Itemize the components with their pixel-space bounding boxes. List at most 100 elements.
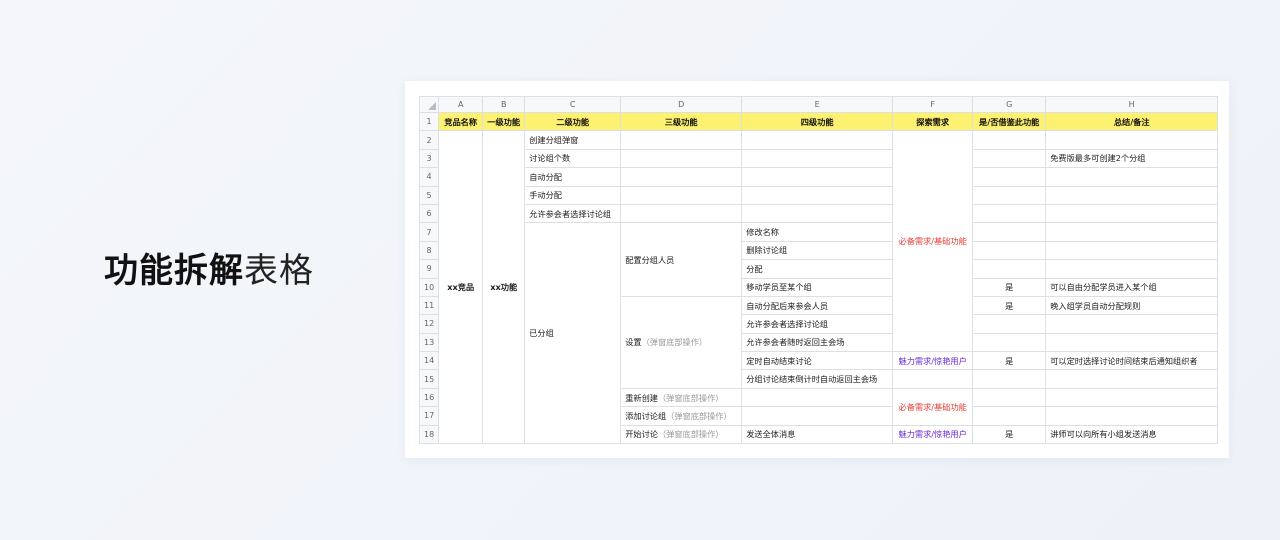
row-number[interactable]: 15 <box>418 369 440 389</box>
select-all-corner[interactable] <box>418 96 440 113</box>
row-number[interactable]: 11 <box>418 295 440 316</box>
header-cell[interactable]: 竞品名称 <box>438 111 484 132</box>
row-number[interactable]: 5 <box>418 185 440 205</box>
row-number[interactable]: 18 <box>418 424 440 445</box>
adopt-cell[interactable] <box>972 130 1047 150</box>
adopt-cell[interactable] <box>972 406 1047 426</box>
level3-cell[interactable]: 设置（弹窗底部操作） <box>620 295 743 389</box>
level2-cell[interactable]: 已分组 <box>524 222 622 445</box>
column-letter[interactable]: B <box>482 96 526 113</box>
row-number[interactable]: 3 <box>418 148 440 169</box>
note-cell[interactable]: 讲师可以向所有小组发送消息 <box>1045 424 1219 445</box>
level4-cell[interactable] <box>741 387 894 408</box>
row-number[interactable]: 6 <box>418 203 440 224</box>
adopt-cell[interactable] <box>972 314 1047 334</box>
level3-cell[interactable] <box>620 203 743 224</box>
adopt-cell[interactable] <box>972 203 1047 224</box>
row-number[interactable]: 7 <box>418 222 440 242</box>
column-letter[interactable]: C <box>524 96 622 113</box>
level2-cell[interactable]: 讨论组个数 <box>524 148 622 169</box>
column-letter[interactable]: G <box>972 96 1047 113</box>
adopt-cell[interactable]: 是 <box>972 277 1047 297</box>
level3-cell[interactable]: 配置分组人员 <box>620 222 743 297</box>
note-cell[interactable]: 晚入组学员自动分配规则 <box>1045 295 1219 316</box>
note-cell[interactable] <box>1045 240 1219 261</box>
header-cell[interactable]: 二级功能 <box>524 111 622 132</box>
level4-cell[interactable] <box>741 185 894 205</box>
level4-cell[interactable] <box>741 406 894 426</box>
adopt-cell[interactable]: 是 <box>972 351 1047 371</box>
note-cell[interactable]: 免费版最多可创建2个分组 <box>1045 148 1219 169</box>
note-cell[interactable] <box>1045 203 1219 224</box>
note-cell[interactable] <box>1045 185 1219 205</box>
row-number[interactable]: 8 <box>418 240 440 261</box>
header-cell[interactable]: 总结/备注 <box>1045 111 1219 132</box>
row-number[interactable]: 2 <box>418 130 440 150</box>
row-number[interactable]: 12 <box>418 314 440 334</box>
row-number[interactable]: 4 <box>418 167 440 187</box>
explore-cell[interactable]: 魅力需求/惊艳用户 <box>892 351 974 371</box>
level1-cell[interactable]: xx功能 <box>482 130 526 445</box>
level4-cell[interactable]: 自动分配后来参会人员 <box>741 295 894 316</box>
level2-cell[interactable]: 手动分配 <box>524 185 622 205</box>
note-cell[interactable] <box>1045 259 1219 279</box>
level3-cell[interactable]: 开始讨论（弹窗底部操作） <box>620 424 743 445</box>
adopt-cell[interactable] <box>972 240 1047 261</box>
column-letter[interactable]: E <box>741 96 894 113</box>
note-cell[interactable] <box>1045 130 1219 150</box>
level2-cell[interactable]: 允许参会者选择讨论组 <box>524 203 622 224</box>
level3-cell[interactable] <box>620 167 743 187</box>
level4-cell[interactable] <box>741 167 894 187</box>
level4-cell[interactable]: 发送全体消息 <box>741 424 894 445</box>
adopt-cell[interactable] <box>972 222 1047 242</box>
row-number[interactable]: 1 <box>418 111 440 132</box>
row-number[interactable]: 17 <box>418 406 440 426</box>
level4-cell[interactable]: 允许参会者随时返回主会场 <box>741 332 894 353</box>
note-cell[interactable] <box>1045 332 1219 353</box>
level3-cell[interactable] <box>620 185 743 205</box>
note-cell[interactable]: 可以自由分配学员进入某个组 <box>1045 277 1219 297</box>
level3-cell[interactable]: 重新创建（弹窗底部操作） <box>620 387 743 408</box>
note-cell[interactable] <box>1045 387 1219 408</box>
column-letter[interactable]: D <box>620 96 743 113</box>
note-cell[interactable] <box>1045 314 1219 334</box>
column-letter[interactable]: F <box>892 96 974 113</box>
header-cell[interactable]: 是/否借鉴此功能 <box>972 111 1047 132</box>
adopt-cell[interactable] <box>972 369 1047 389</box>
adopt-cell[interactable] <box>972 185 1047 205</box>
level4-cell[interactable]: 允许参会者选择讨论组 <box>741 314 894 334</box>
explore-cell[interactable]: 必备需求/基础功能 <box>892 130 974 353</box>
explore-cell[interactable]: 必备需求/基础功能 <box>892 387 974 426</box>
level4-cell[interactable] <box>741 203 894 224</box>
explore-cell[interactable] <box>892 369 974 389</box>
adopt-cell[interactable] <box>972 332 1047 353</box>
header-cell[interactable]: 四级功能 <box>741 111 894 132</box>
level4-cell[interactable] <box>741 130 894 150</box>
level4-cell[interactable]: 定时自动结束讨论 <box>741 351 894 371</box>
level2-cell[interactable]: 自动分配 <box>524 167 622 187</box>
row-number[interactable]: 13 <box>418 332 440 353</box>
explore-cell[interactable]: 魅力需求/惊艳用户 <box>892 424 974 445</box>
level4-cell[interactable] <box>741 148 894 169</box>
adopt-cell[interactable] <box>972 148 1047 169</box>
level2-cell[interactable]: 创建分组弹窗 <box>524 130 622 150</box>
note-cell[interactable] <box>1045 167 1219 187</box>
adopt-cell[interactable] <box>972 259 1047 279</box>
level4-cell[interactable]: 修改名称 <box>741 222 894 242</box>
note-cell[interactable]: 可以定时选择讨论时间结束后通知组织者 <box>1045 351 1219 371</box>
note-cell[interactable] <box>1045 406 1219 426</box>
header-cell[interactable]: 探索需求 <box>892 111 974 132</box>
header-cell[interactable]: 一级功能 <box>482 111 526 132</box>
level4-cell[interactable]: 分配 <box>741 259 894 279</box>
level4-cell[interactable]: 分组讨论结束倒计时自动返回主会场 <box>741 369 894 389</box>
header-cell[interactable]: 三级功能 <box>620 111 743 132</box>
competitor-cell[interactable]: xx竞品 <box>438 130 484 445</box>
row-number[interactable]: 14 <box>418 351 440 371</box>
note-cell[interactable] <box>1045 369 1219 389</box>
adopt-cell[interactable] <box>972 387 1047 408</box>
row-number[interactable]: 16 <box>418 387 440 408</box>
level3-cell[interactable] <box>620 148 743 169</box>
level3-cell[interactable] <box>620 130 743 150</box>
column-letter[interactable]: A <box>438 96 484 113</box>
adopt-cell[interactable]: 是 <box>972 295 1047 316</box>
